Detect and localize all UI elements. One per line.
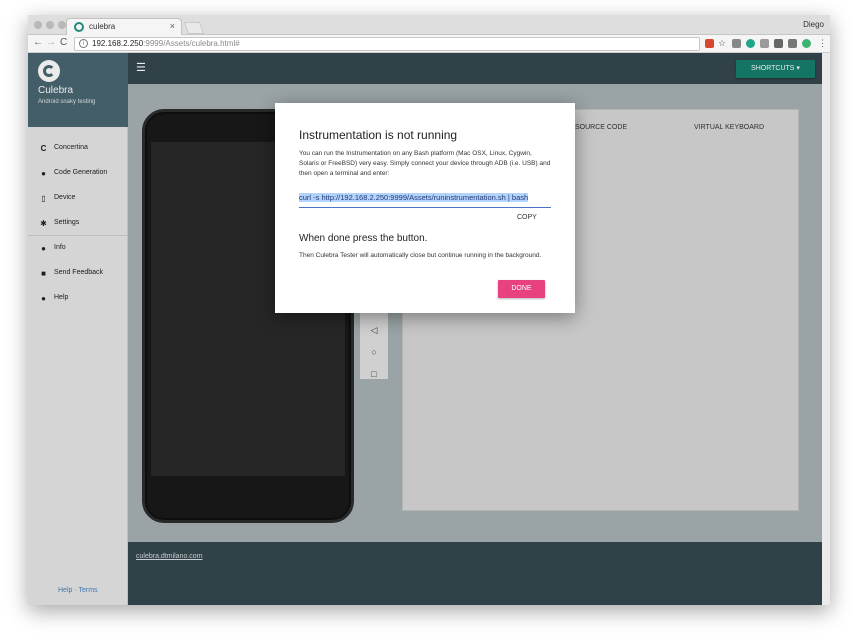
minimize-window-button[interactable]	[46, 21, 54, 29]
more-menu-icon[interactable]: ⋮	[818, 38, 827, 49]
extension-icon[interactable]	[746, 39, 755, 48]
cast-icon[interactable]	[788, 39, 797, 48]
command-field[interactable]: curl -s http://192.168.2.250:9999/Assets…	[299, 191, 551, 208]
info-icon[interactable]: i	[79, 39, 88, 48]
extension-icon[interactable]	[774, 39, 783, 48]
extension-icon[interactable]	[732, 39, 741, 48]
tab-close-icon[interactable]: ×	[170, 21, 175, 31]
copy-button[interactable]: COPY	[517, 214, 537, 221]
zoom-window-button[interactable]	[58, 21, 66, 29]
dialog-subtitle: When done press the button.	[299, 233, 428, 244]
dialog-text-2: Then Culebra Tester will automatically c…	[299, 252, 542, 259]
command-text: curl -s http://192.168.2.250:9999/Assets…	[299, 193, 529, 202]
browser-window: culebra × Diego ← → C i 192.168.2.250:99…	[28, 15, 830, 605]
dialog-text: You can run the Instrumentation on any B…	[299, 150, 551, 177]
forward-icon[interactable]: →	[46, 37, 56, 48]
profile-name[interactable]: Diego	[803, 20, 824, 29]
extension-icon[interactable]	[705, 39, 714, 48]
back-icon[interactable]: ←	[33, 37, 43, 48]
url-input[interactable]: i 192.168.2.250:9999/Assets/culebra.html…	[74, 37, 700, 51]
url-path: :9999/Assets/culebra.html#	[143, 39, 240, 48]
done-button[interactable]: DONE	[498, 280, 545, 298]
close-window-button[interactable]	[34, 21, 42, 29]
url-host: 192.168.2.250	[92, 39, 144, 48]
tab-bar: culebra × Diego	[28, 15, 830, 35]
address-bar: ← → C i 192.168.2.250:9999/Assets/culebr…	[28, 35, 830, 53]
extension-icon[interactable]	[760, 39, 769, 48]
extension-icon[interactable]	[802, 39, 811, 48]
tab-title: culebra	[89, 22, 116, 31]
bookmark-star-icon[interactable]: ☆	[718, 38, 726, 49]
culebra-favicon-icon	[74, 22, 84, 32]
reload-icon[interactable]: C	[60, 37, 67, 48]
instrumentation-dialog: Instrumentation is not running You can r…	[275, 103, 575, 313]
dialog-title: Instrumentation is not running	[299, 128, 458, 142]
new-tab-button[interactable]	[183, 22, 205, 34]
browser-tab[interactable]: culebra ×	[66, 18, 182, 35]
